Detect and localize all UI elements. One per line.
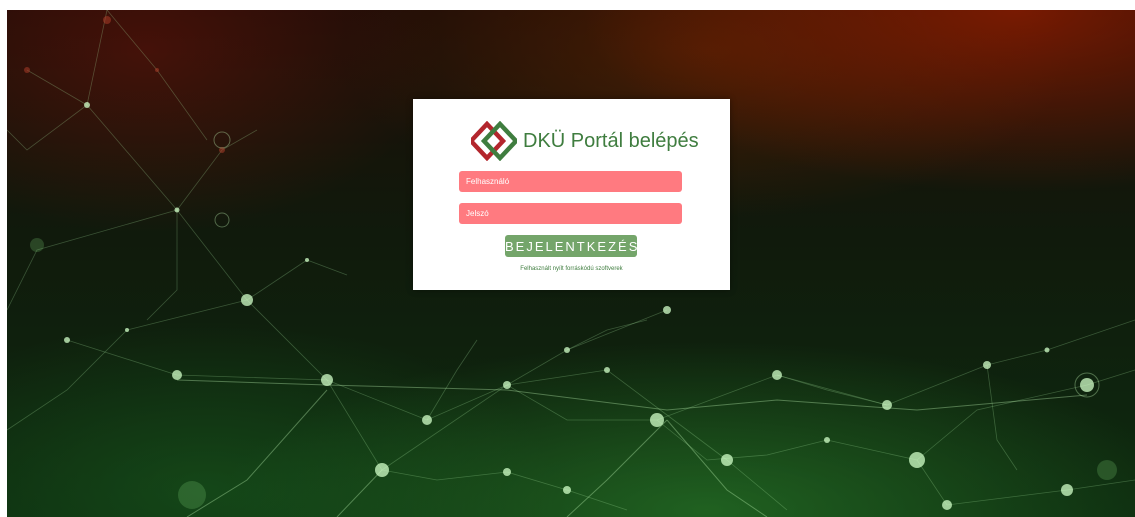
brand-header: DKÜ Portál belépés [471, 121, 699, 161]
password-input[interactable] [459, 203, 682, 224]
login-button[interactable]: BEJELENTKEZÉS [505, 235, 637, 257]
page-title: DKÜ Portál belépés [523, 129, 699, 152]
background: DKÜ Portál belépés BEJELENTKEZÉS Felhasz… [7, 10, 1135, 517]
open-source-software-link[interactable]: Felhasznált nyílt forráskódú szoftverek [413, 266, 730, 272]
dku-diamond-logo-icon [471, 121, 517, 161]
login-card: DKÜ Portál belépés BEJELENTKEZÉS Felhasz… [413, 99, 730, 290]
username-input[interactable] [459, 171, 682, 192]
